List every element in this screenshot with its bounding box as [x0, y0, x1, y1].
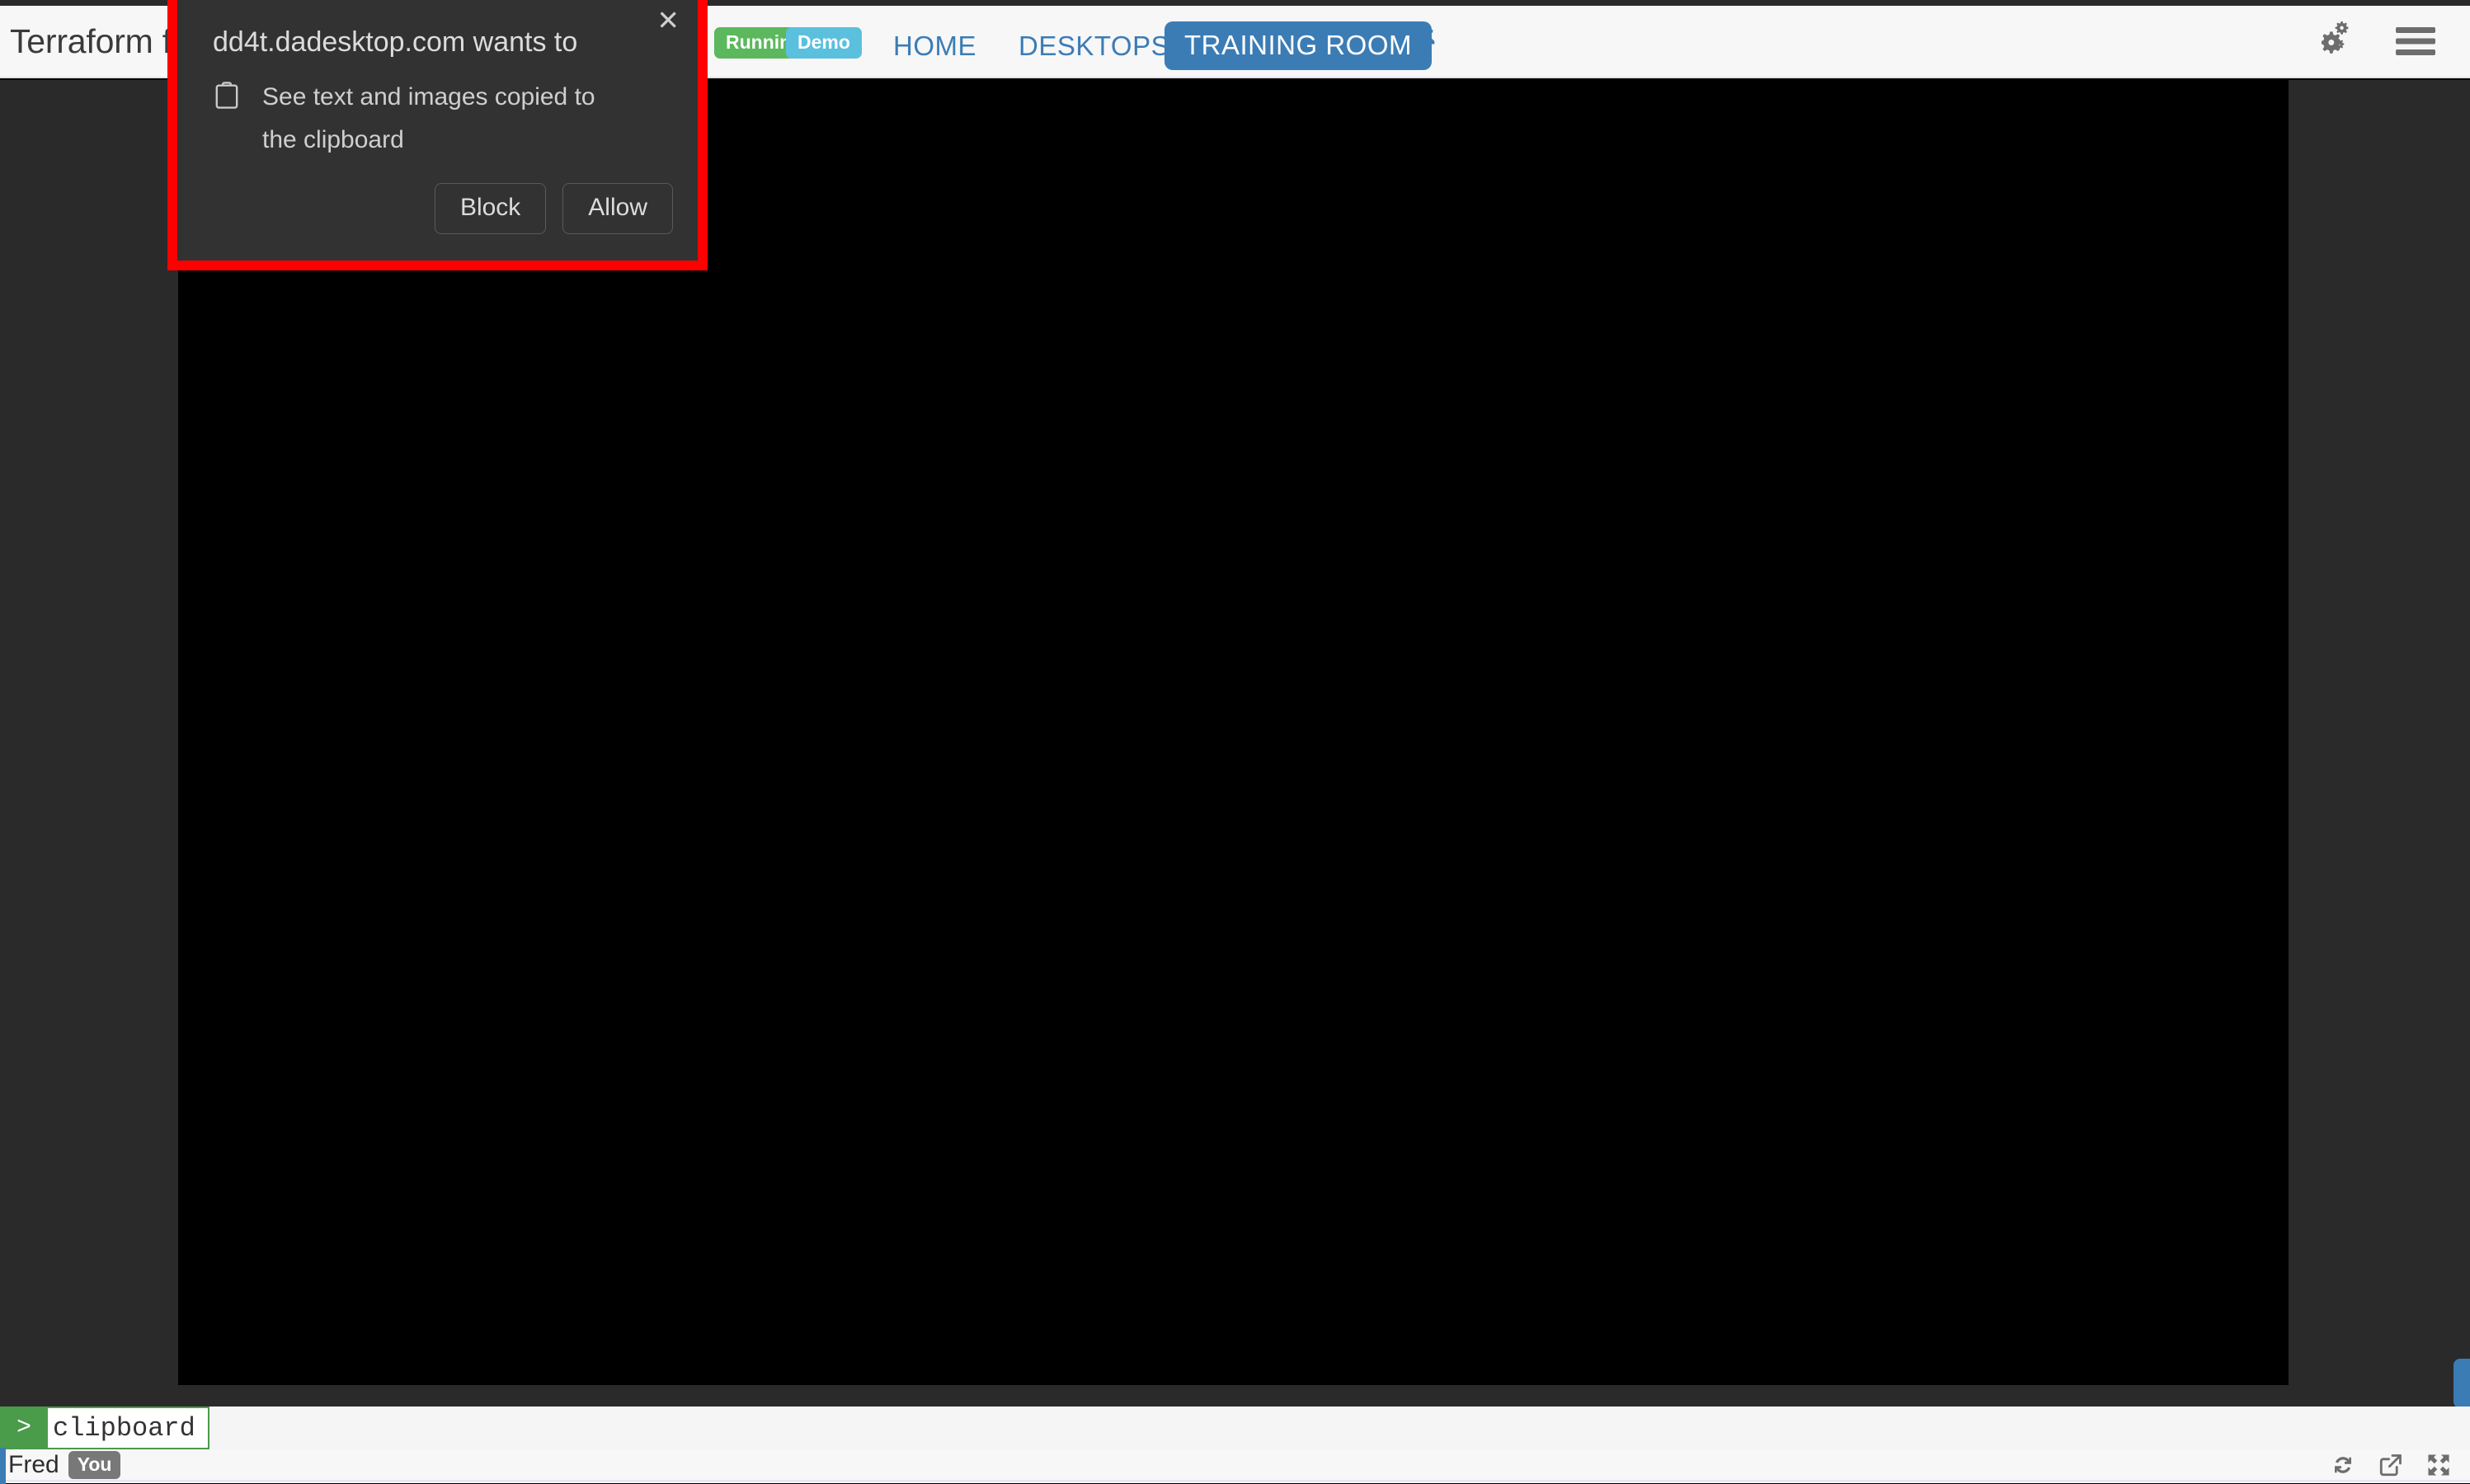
clipboard-permission-dialog: ✕ dd4t.dadesktop.com wants to See text a…: [177, 0, 698, 261]
permission-dialog-text: See text and images copied to the clipbo…: [262, 76, 609, 162]
remote-desktop-viewport[interactable]: [178, 80, 2289, 1385]
user-row-accent-bar: [0, 1448, 6, 1484]
header-right-tools: [2322, 21, 2470, 61]
permission-dialog-title: dd4t.dadesktop.com wants to: [213, 26, 577, 59]
permission-dialog-actions: Block Allow: [435, 183, 673, 234]
fullscreen-button[interactable]: [2425, 1452, 2452, 1478]
desktop-stage: [0, 80, 2470, 1407]
clipboard-input[interactable]: [46, 1407, 209, 1449]
user-status-row: Fred You: [0, 1449, 2470, 1482]
page-title: Terraform fo: [0, 22, 191, 61]
refresh-icon[interactable]: [2330, 1452, 2356, 1478]
hamburger-menu-icon[interactable]: [2394, 24, 2437, 59]
permission-dialog-highlight: ✕ dd4t.dadesktop.com wants to See text a…: [167, 0, 708, 270]
popout-button[interactable]: [2378, 1452, 2404, 1478]
user-name: Fred: [0, 1451, 59, 1479]
nav-item-desktops[interactable]: DESKTOPS: [1019, 31, 1169, 61]
block-button[interactable]: Block: [435, 183, 546, 234]
gears-icon[interactable]: [2322, 21, 2361, 61]
popout-icon[interactable]: [2378, 1452, 2404, 1478]
right-scroll-handle[interactable]: [2454, 1359, 2470, 1408]
close-icon[interactable]: ✕: [656, 7, 680, 34]
settings-gears-button[interactable]: [2322, 21, 2361, 61]
nav-item-home[interactable]: HOME: [893, 31, 976, 61]
nav-item-training-room[interactable]: TRAINING ROOM: [1164, 21, 1432, 70]
footer-icon-group: [2330, 1452, 2470, 1478]
status-badge-demo: Demo: [786, 27, 862, 59]
status-badge-demo-wrap: Demo: [786, 27, 862, 59]
pin-icon[interactable]: [1409, 24, 1442, 60]
clipboard-icon: [213, 76, 241, 162]
pin-button[interactable]: [1409, 24, 1442, 60]
console-prompt-row: >: [0, 1407, 209, 1449]
fullscreen-icon[interactable]: [2425, 1452, 2452, 1478]
hamburger-menu-button[interactable]: [2394, 24, 2437, 59]
you-badge: You: [68, 1451, 121, 1479]
permission-dialog-body: See text and images copied to the clipbo…: [213, 76, 642, 162]
allow-button[interactable]: Allow: [562, 183, 673, 234]
refresh-button[interactable]: [2330, 1452, 2356, 1478]
bottom-panel: > Fred You: [0, 1407, 2470, 1483]
send-prompt-button[interactable]: >: [0, 1407, 46, 1449]
